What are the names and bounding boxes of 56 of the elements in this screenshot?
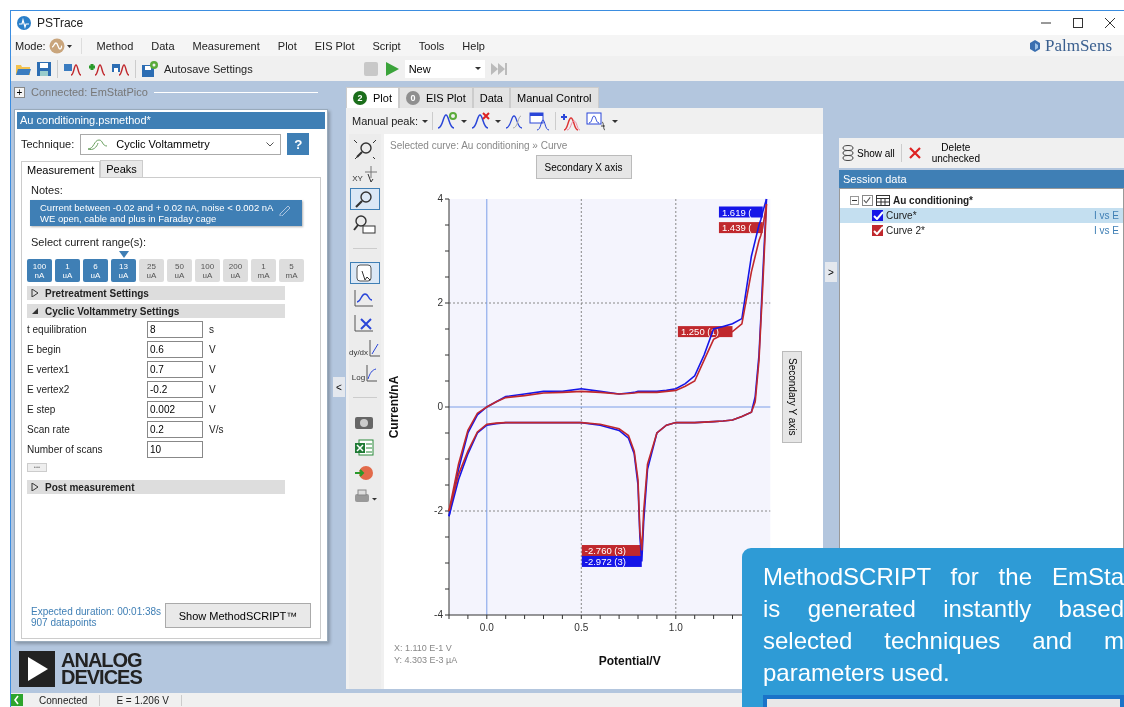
param-label: E vertex2 (27, 384, 71, 395)
unit-label: V (209, 404, 216, 415)
peak-label: -2.760 (3) (581, 545, 642, 556)
manual-peak-label: Manual peak: (352, 115, 419, 127)
param-label: E begin (27, 344, 62, 355)
selected-curve-text: Selected curve: Au conditioning » Curve (389, 139, 569, 151)
count-badge: 2 (353, 91, 367, 105)
axis-title: Current/nA (387, 375, 401, 439)
tick-label: 0.0 (479, 622, 494, 633)
tick-label: 0.5 (574, 622, 589, 633)
tree-item-label: Au conditioning* (893, 195, 973, 206)
peak-label: -2.972 (3) (581, 555, 642, 567)
tick-label: 4 (437, 193, 443, 204)
param-label: Scan rate (27, 424, 71, 435)
cursor-readout: Y: 4.303 E-3 µA (394, 655, 458, 665)
technique-label: Technique: (21, 138, 75, 150)
callout-text: is generated instantly based (763, 594, 1124, 624)
panel-header: Session data (839, 170, 1124, 188)
annotation: -2.760 (3) (584, 545, 626, 557)
range-label: Select current range(s): (30, 236, 147, 248)
count-badge: 0 (405, 91, 420, 105)
tick-label: -4 (434, 609, 443, 620)
unit-label: V/s (209, 424, 224, 435)
unit-label: V (209, 364, 216, 375)
callout-text: selected techniques and m (763, 626, 1124, 656)
company-logo-text: ANALOG DEVICES (61, 652, 142, 686)
param-label: t equilibration (27, 324, 88, 335)
axis-title: Potential/V (598, 654, 661, 668)
notes-label: Notes: (30, 184, 64, 196)
peak-label: 1.619 ( (718, 206, 763, 218)
unit-label: s (209, 324, 214, 335)
annotation: -2.972 (3) (584, 555, 626, 567)
tick-label: 0 (437, 401, 443, 412)
annotation: 1.619 ( (721, 206, 753, 218)
annotation: 1.439 ( (721, 222, 753, 234)
connection-label: Connected: EmStatPico (31, 86, 148, 98)
status-text: E = 1.206 V (104, 694, 182, 706)
datapoints-text: 907 datapoints (31, 617, 98, 628)
duration-text: Expected duration: 00:01:38s (31, 606, 162, 617)
mode-label: Mode: (15, 39, 46, 52)
param-label: Number of scans (27, 444, 104, 455)
tick-label: 1.0 (668, 622, 683, 633)
unit-label: V (209, 384, 216, 395)
tick-label: 2 (437, 297, 443, 308)
brand-logo: PalmSens (1044, 35, 1112, 56)
status-text: Connected (27, 694, 101, 706)
unit-label: V (209, 344, 216, 355)
method-title: Au conditioning.psmethod* (17, 112, 325, 129)
window-title: PSTrace (37, 16, 84, 30)
param-label: E step (27, 404, 57, 415)
callout-text: MethodSCRIPT for the EmSta (763, 562, 1124, 592)
callout-text: parameters used. (763, 658, 951, 688)
tick-label: -2 (434, 505, 443, 516)
cursor-readout: X: 1.110 E-1 V (394, 643, 452, 653)
param-label: E vertex1 (27, 364, 71, 375)
peak-label: 1.439 ( (718, 222, 763, 234)
